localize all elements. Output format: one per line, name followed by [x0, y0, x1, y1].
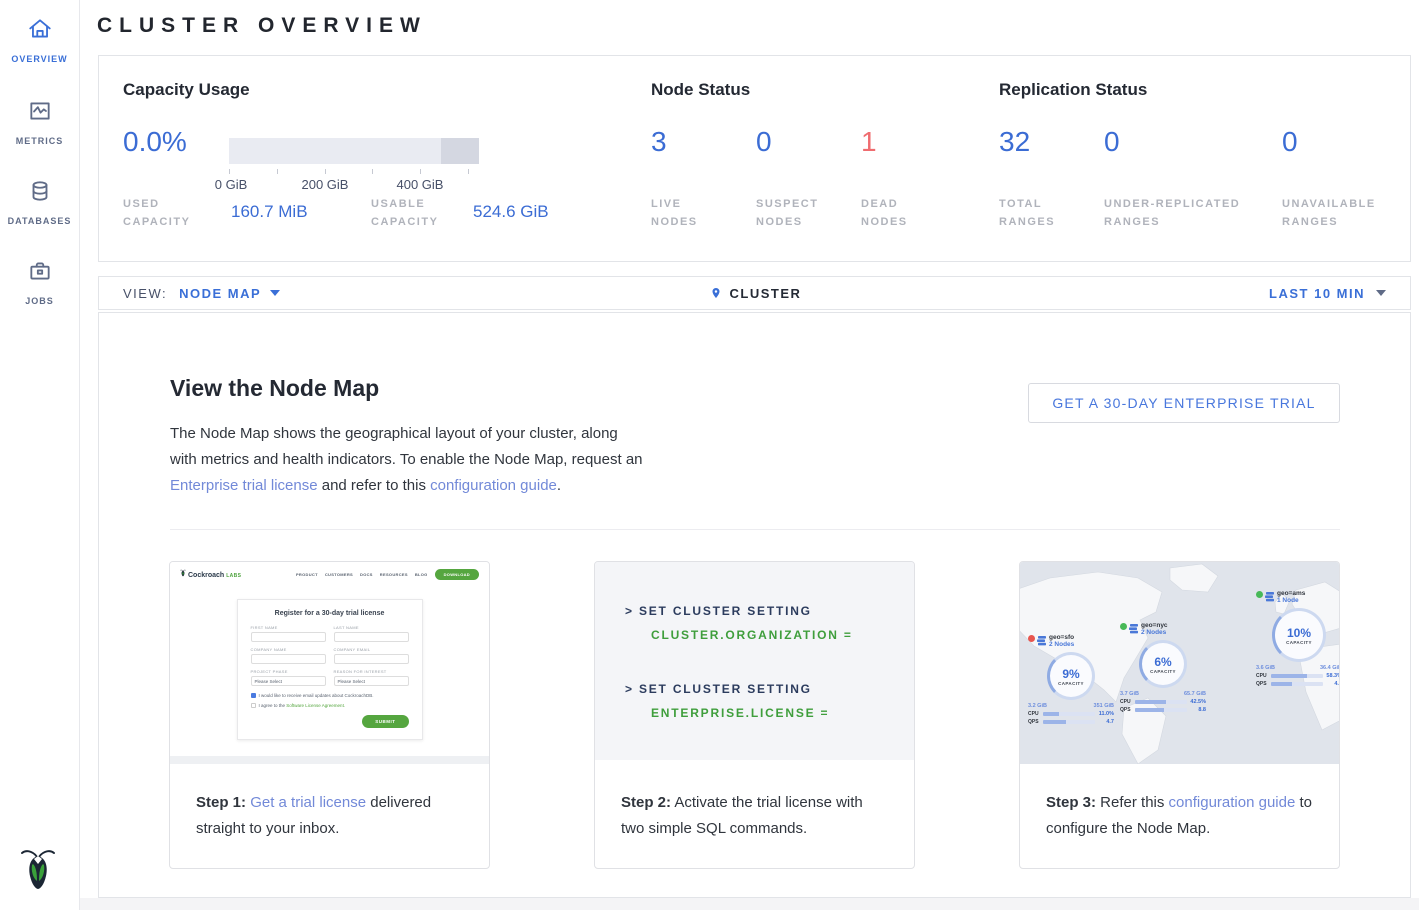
- unavailable-ranges-count: 0: [1282, 126, 1298, 158]
- main-content: CLUSTER OVERVIEW Capacity Usage 0.0% 0 G…: [80, 0, 1419, 910]
- replication-status-title: Replication Status: [999, 80, 1147, 100]
- status-dot-live-icon: [1256, 591, 1263, 598]
- step-2-card: > SET CLUSTER SETTING CLUSTER.ORGANIZATI…: [594, 561, 915, 869]
- step-1-caption: Step 1: Get a trial license delivered st…: [170, 764, 489, 842]
- email-updates-checkbox: [251, 693, 256, 698]
- sidebar-item-databases[interactable]: DATABASES: [0, 178, 79, 226]
- used-capacity-value: 160.7 MiB: [231, 202, 308, 222]
- page-footer-strip: [80, 898, 1419, 910]
- capacity-gauge: 9% CAPACITY: [1047, 652, 1095, 700]
- last-name-field: [334, 632, 409, 642]
- under-replicated-ranges-label: UNDER-REPLICATEDRANGES: [1104, 195, 1240, 231]
- metrics-chart-icon: [27, 98, 53, 129]
- enterprise-trial-license-link[interactable]: Enterprise trial license: [170, 477, 318, 494]
- section-divider: [170, 529, 1340, 530]
- locality-widget-nyc: geo=nyc2 Nodes 6% CAPACITY 3.7 GiB65.7 G…: [1120, 622, 1206, 713]
- usable-capacity-value: 524.6 GiB: [473, 202, 549, 222]
- node-map-card: View the Node Map The Node Map shows the…: [98, 312, 1411, 898]
- sql-command: > SET CLUSTER SETTING: [625, 682, 812, 696]
- node-map-description: The Node Map shows the geographical layo…: [170, 421, 645, 499]
- license-agreement-checkbox: [251, 703, 256, 708]
- sidebar-item-jobs[interactable]: JOBS: [0, 258, 79, 306]
- capacity-percent: 0.0%: [123, 126, 187, 158]
- node-map-heading: View the Node Map: [170, 375, 379, 402]
- sidebar: OVERVIEW METRICS DATABASES JOBS: [0, 0, 80, 910]
- step-2-caption: Step 2: Activate the trial license with …: [595, 764, 914, 842]
- nodes-stack-icon: [1265, 592, 1275, 602]
- company-email-field: [334, 654, 409, 664]
- sidebar-item-label: OVERVIEW: [11, 54, 67, 64]
- capacity-usage-title: Capacity Usage: [123, 80, 250, 100]
- sql-argument: ENTERPRISE.LICENSE =: [651, 706, 829, 720]
- database-icon: [27, 178, 53, 209]
- capacity-tick-label: 0 GiB: [215, 177, 248, 192]
- capacity-bar-reserved-segment: [441, 138, 479, 164]
- mini-site-nav: PRODUCT CUSTOMERS DOCS RESOURCES BLOG DO…: [296, 569, 479, 580]
- capacity-gauge: 10% CAPACITY: [1272, 608, 1326, 662]
- dead-nodes-count: 1: [861, 126, 877, 158]
- sidebar-item-metrics[interactable]: METRICS: [0, 98, 79, 146]
- mini-submit-button: SUBMIT: [362, 715, 408, 728]
- nodes-stack-icon: [1037, 636, 1047, 646]
- reason-for-interest-select: Please Select: [334, 676, 409, 686]
- view-bar: VIEW: NODE MAP CLUSTER LAST 10 MIN: [98, 276, 1411, 310]
- form-title: Register for a 30-day trial license: [251, 610, 409, 617]
- trial-registration-form: Register for a 30-day trial license FIRS…: [237, 599, 423, 740]
- project-phase-select: Please Select: [251, 676, 326, 686]
- cockroachdb-logo-icon: [20, 845, 56, 893]
- capacity-bar: [229, 138, 479, 164]
- locality-widget-ams: geo=ams1 Node 10% CAPACITY 3.6 GiB36.4 G…: [1256, 590, 1339, 687]
- node-status-title: Node Status: [651, 80, 750, 100]
- total-ranges-label: TOTALRANGES: [999, 195, 1055, 231]
- location-pin-icon: [710, 285, 722, 301]
- sql-argument: CLUSTER.ORGANIZATION =: [651, 628, 853, 642]
- capacity-tick-label: 400 GiB: [397, 177, 444, 192]
- get-trial-license-link[interactable]: Get a trial license: [250, 794, 366, 811]
- company-name-field: [251, 654, 326, 664]
- configuration-guide-link[interactable]: configuration guide: [1169, 794, 1296, 811]
- admin-ui-screen: OVERVIEW METRICS DATABASES JOBS: [0, 0, 1419, 910]
- step-3-caption: Step 3: Refer this configuration guide t…: [1020, 764, 1339, 842]
- nodes-stack-icon: [1129, 624, 1139, 634]
- total-ranges-count: 32: [999, 126, 1030, 158]
- roach-icon: [180, 569, 186, 577]
- usable-capacity-label: USABLECAPACITY: [371, 195, 438, 231]
- dead-nodes-label: DEADNODES: [861, 195, 908, 231]
- breadcrumb: CLUSTER: [99, 285, 1412, 301]
- sidebar-item-label: JOBS: [25, 296, 54, 306]
- used-capacity-label: USEDCAPACITY: [123, 195, 190, 231]
- sidebar-item-overview[interactable]: OVERVIEW: [0, 16, 79, 64]
- sql-command: > SET CLUSTER SETTING: [625, 604, 812, 618]
- page-title: CLUSTER OVERVIEW: [97, 14, 427, 38]
- step-2-sql-snippet: > SET CLUSTER SETTING CLUSTER.ORGANIZATI…: [595, 562, 914, 764]
- home-icon: [27, 16, 53, 47]
- cluster-breadcrumb-label: CLUSTER: [730, 286, 802, 301]
- sidebar-item-label: METRICS: [16, 136, 64, 146]
- capacity-tick-label: 200 GiB: [302, 177, 349, 192]
- configuration-guide-link[interactable]: configuration guide: [430, 477, 557, 494]
- capacity-gauge: 6% CAPACITY: [1139, 640, 1187, 688]
- unavailable-ranges-label: UNAVAILABLERANGES: [1282, 195, 1376, 231]
- live-nodes-label: LIVENODES: [651, 195, 698, 231]
- cluster-summary-card: Capacity Usage 0.0% 0 GiB 200 GiB 400 Gi…: [98, 55, 1411, 262]
- locality-widget-sfo: geo=sfo2 Nodes 9% CAPACITY 3.2 GiB351 Gi…: [1028, 634, 1114, 725]
- enterprise-trial-button[interactable]: GET A 30-DAY ENTERPRISE TRIAL: [1028, 383, 1340, 423]
- briefcase-icon: [27, 258, 53, 289]
- step-1-card: Cockroach LABS PRODUCT CUSTOMERS DOCS RE…: [169, 561, 490, 869]
- under-replicated-ranges-count: 0: [1104, 126, 1120, 158]
- step-3-card: geo=sfo2 Nodes 9% CAPACITY 3.2 GiB351 Gi…: [1019, 561, 1340, 869]
- first-name-field: [251, 632, 326, 642]
- status-dot-live-icon: [1120, 623, 1127, 630]
- step-3-node-map-preview: geo=sfo2 Nodes 9% CAPACITY 3.2 GiB351 Gi…: [1020, 562, 1339, 764]
- suspect-nodes-count: 0: [756, 126, 772, 158]
- sidebar-item-label: DATABASES: [8, 216, 72, 226]
- step-1-screenshot: Cockroach LABS PRODUCT CUSTOMERS DOCS RE…: [170, 562, 489, 764]
- suspect-nodes-label: SUSPECTNODES: [756, 195, 818, 231]
- cockroach-labs-logo: Cockroach LABS: [180, 569, 241, 579]
- live-nodes-count: 3: [651, 126, 667, 158]
- mini-download-button: DOWNLOAD: [435, 569, 479, 580]
- status-dot-dead-icon: [1028, 635, 1035, 642]
